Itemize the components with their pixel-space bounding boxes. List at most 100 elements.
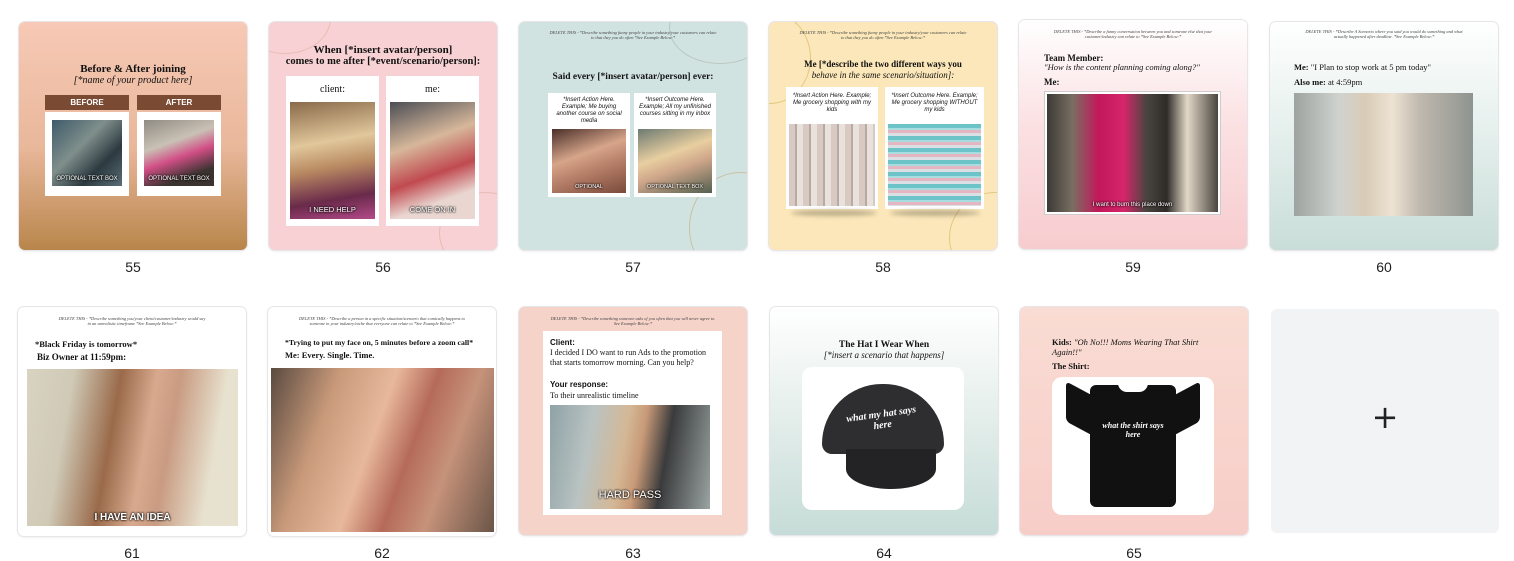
outcome-photo: OPTIONAL TEXT BOX <box>638 129 712 193</box>
outcome-card: *Insert Outcome Here. Example; All my un… <box>634 93 716 197</box>
add-page-tile[interactable]: + <box>1271 309 1499 533</box>
photo-caption: OPTIONAL <box>575 184 603 190</box>
client-text: I decided I DO want to run Ads to the pr… <box>550 348 706 367</box>
page-number: 60 <box>1376 259 1392 275</box>
biz-owner-line: Biz Owner at 11:59pm: <box>37 352 127 362</box>
slide-subtitle: [*insert a scenario that happens] <box>823 350 945 360</box>
shirt-collar <box>1118 383 1148 392</box>
me-label: Me: <box>1044 77 1060 87</box>
delete-note: DELETE THIS - *Describe a person in a sp… <box>299 316 465 326</box>
before-label: BEFORE <box>45 95 129 110</box>
shirt-body <box>1090 385 1176 507</box>
page-grid: Before & After joining [*name of your pr… <box>0 0 1514 561</box>
slide-57[interactable]: DELETE THIS - *Describe something funny … <box>519 22 747 250</box>
me-line: Me: "I Plan to stop work at 5 pm today" <box>1294 62 1431 72</box>
page-number: 56 <box>375 259 391 275</box>
client-label: Client: <box>550 338 575 347</box>
decorative-squiggle <box>669 22 747 64</box>
photo-caption: COME ON IN <box>409 205 456 214</box>
page-thumbnail-61[interactable]: DELETE THIS - *Describe something you/yo… <box>18 307 246 561</box>
me-photo: COME ON IN <box>390 102 475 219</box>
slide-subtitle: [*name of your product here] <box>73 75 193 86</box>
card-text: *Insert Outcome Here. Example; Me grocer… <box>891 93 978 113</box>
team-member-quote: "How is the content planning coming alon… <box>1044 62 1200 72</box>
slide-61[interactable]: DELETE THIS - *Describe something you/yo… <box>18 307 246 536</box>
slide-title: The Hat I Wear When <box>838 340 930 350</box>
page-thumbnail-59[interactable]: DELETE THIS - *Describe a funny conversa… <box>1019 20 1247 275</box>
meme-photo: HARD PASS <box>550 405 710 509</box>
slide-64[interactable]: The Hat I Wear When [*insert a scenario … <box>770 307 998 535</box>
action-photo: OPTIONAL <box>552 129 626 193</box>
photo-caption: I NEED HELP <box>309 205 356 214</box>
hat-card: what my hat says here <box>802 367 964 510</box>
slide-title: Before & After joining <box>80 63 186 75</box>
me-label: Me: <box>1294 62 1309 72</box>
page-number: 61 <box>124 545 140 561</box>
page-thumbnail-64[interactable]: The Hat I Wear When [*insert a scenario … <box>770 307 998 561</box>
slide-56[interactable]: When [*insert avatar/person] comes to me… <box>269 22 497 250</box>
response-label: Your response: <box>550 380 609 389</box>
before-photo: OPTIONAL TEXT BOX <box>52 120 122 186</box>
scenario-line: *Black Friday is tomorrow* <box>35 339 138 349</box>
conversation-card: Client: I decided I DO want to run Ads t… <box>543 331 722 515</box>
meme-photo-frame: I want to burn this place down <box>1044 91 1221 215</box>
kids-quote: "Oh No!!! Moms Wearing That Shirt Again!… <box>1052 337 1199 357</box>
page-thumbnail-56[interactable]: When [*insert avatar/person] comes to me… <box>269 22 497 275</box>
page-number: 65 <box>1126 545 1142 561</box>
slide-63[interactable]: DELETE THIS - *Describe something someon… <box>519 307 747 535</box>
photo-caption: I want to burn this place down <box>1092 202 1173 208</box>
page-thumbnail-60[interactable]: DELETE THIS - *Describe A Scenario where… <box>1270 22 1498 275</box>
kids-label: Kids: <box>1052 337 1072 347</box>
cap-brim <box>846 449 936 489</box>
slide-58[interactable]: DELETE THIS - *Describe something funny … <box>769 22 997 250</box>
page-thumbnail-55[interactable]: Before & After joining [*name of your pr… <box>19 22 247 275</box>
slide-60[interactable]: DELETE THIS - *Describe A Scenario where… <box>1270 22 1498 250</box>
add-page-button[interactable]: + <box>1271 309 1499 533</box>
shirt-card: what the shirt says here <box>1052 377 1214 515</box>
meme-photo <box>271 368 494 532</box>
also-me-line: Also me: at 4:59pm <box>1294 77 1362 87</box>
page-thumbnail-62[interactable]: DELETE THIS - *Describe a person in a sp… <box>268 307 496 561</box>
after-card: OPTIONAL TEXT BOX <box>137 112 221 196</box>
action-photo <box>789 124 875 206</box>
meme-photo <box>1294 93 1473 216</box>
slide-59[interactable]: DELETE THIS - *Describe a funny conversa… <box>1019 20 1247 249</box>
page-number: 62 <box>374 545 390 561</box>
page-thumbnail-58[interactable]: DELETE THIS - *Describe something funny … <box>769 22 997 275</box>
photo-caption: OPTIONAL TEXT BOX <box>646 184 704 190</box>
delete-note: DELETE THIS - *Describe something funny … <box>549 30 717 40</box>
client-photo: I NEED HELP <box>290 102 375 219</box>
photo-caption: HARD PASS <box>598 489 662 501</box>
delete-note: DELETE THIS - *Describe something you/yo… <box>58 316 206 326</box>
before-card: OPTIONAL TEXT BOX <box>45 112 129 196</box>
page-thumbnail-65[interactable]: Kids: "Oh No!!! Moms Wearing That Shirt … <box>1020 307 1248 561</box>
shirt-text: what the shirt says here <box>1102 421 1164 439</box>
delete-note: DELETE THIS - *Describe something funny … <box>799 30 967 40</box>
page-number: 59 <box>1125 259 1141 275</box>
delete-note: DELETE THIS - *Describe something someon… <box>550 316 716 326</box>
slide-55[interactable]: Before & After joining [*name of your pr… <box>19 22 247 250</box>
delete-note: DELETE THIS - *Describe a funny conversa… <box>1053 29 1213 39</box>
card-text: *Insert Action Here. Example; Me grocery… <box>792 93 872 113</box>
response-text: To their unrealistic timeline <box>550 391 639 400</box>
also-me-text: at 4:59pm <box>1328 77 1363 87</box>
outcome-photo <box>888 124 981 206</box>
delete-note: DELETE THIS - *Describe A Scenario where… <box>1305 29 1463 39</box>
slide-subtitle: comes to me after [*event/scenario/perso… <box>285 56 481 67</box>
slide-65[interactable]: Kids: "Oh No!!! Moms Wearing That Shirt … <box>1020 307 1248 535</box>
kids-line: Kids: "Oh No!!! Moms Wearing That Shirt … <box>1052 337 1222 357</box>
page-thumbnail-63[interactable]: DELETE THIS - *Describe something someon… <box>519 307 747 561</box>
title-line-1: Me [*describe the two different ways you <box>804 59 962 69</box>
photo-caption: OPTIONAL TEXT BOX <box>56 176 118 182</box>
photo-caption: OPTIONAL TEXT BOX <box>148 176 210 182</box>
meme-photo: I HAVE AN IDEA <box>27 369 238 526</box>
action-card: *Insert Action Here. Example; Me buying … <box>548 93 630 197</box>
card-text: *Insert Outcome Here. Example; All my un… <box>639 97 711 117</box>
me-label: me: <box>425 84 440 95</box>
plus-icon: + <box>1371 398 1399 436</box>
meme-photo: I want to burn this place down <box>1047 94 1218 212</box>
slide-62[interactable]: DELETE THIS - *Describe a person in a sp… <box>268 307 496 536</box>
me-card: me: COME ON IN <box>386 76 479 226</box>
after-photo: OPTIONAL TEXT BOX <box>144 120 214 186</box>
page-thumbnail-57[interactable]: DELETE THIS - *Describe something funny … <box>519 22 747 275</box>
